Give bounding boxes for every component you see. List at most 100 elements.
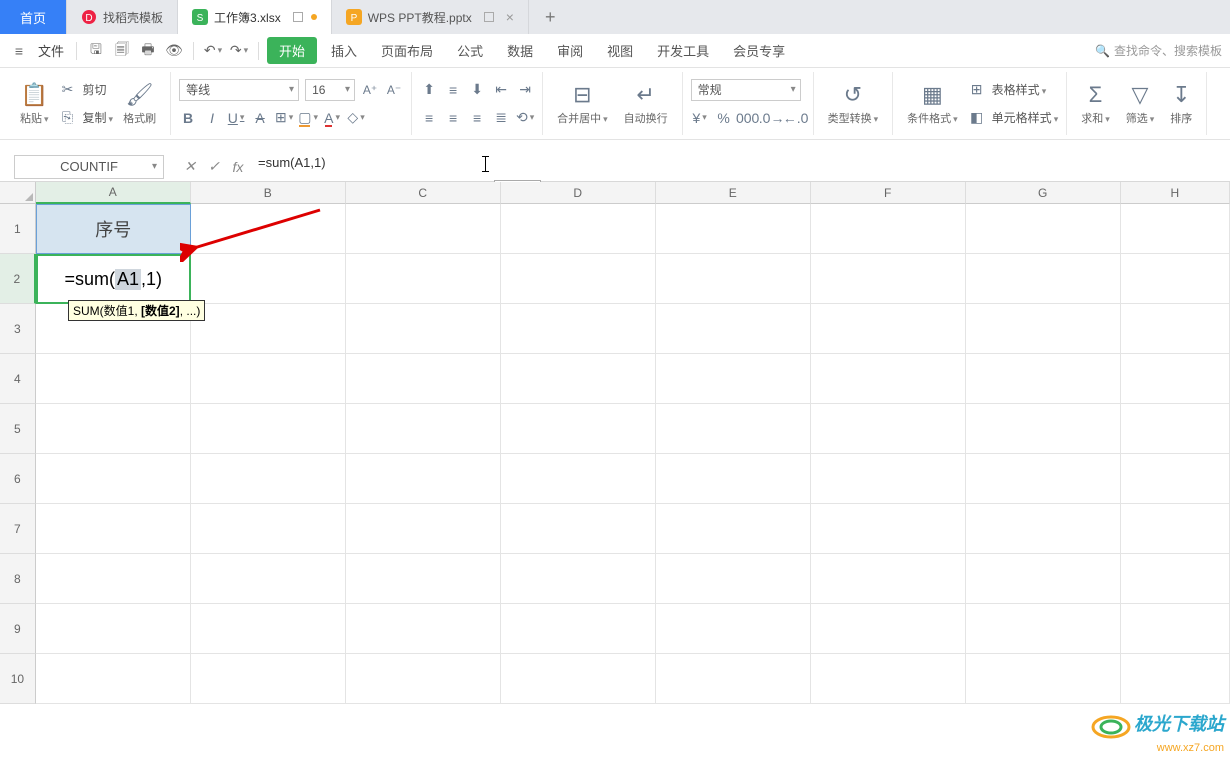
border-button[interactable]: ⊞▾ [275, 109, 293, 127]
print-icon[interactable]: 🖶 [137, 40, 159, 62]
cell-a1[interactable]: 序号 [36, 204, 191, 254]
cell[interactable] [1121, 404, 1230, 454]
cell[interactable] [191, 304, 346, 354]
number-format-select[interactable]: 常规 [691, 79, 801, 101]
font-size-select[interactable]: 16 [305, 79, 355, 101]
increase-decimal-icon[interactable]: .0→ [763, 109, 781, 127]
increase-indent-icon[interactable]: ⇥ [516, 81, 534, 99]
cell[interactable] [501, 354, 656, 404]
redo-icon[interactable]: ↷▾ [228, 40, 250, 62]
cell[interactable] [966, 404, 1121, 454]
row-header-7[interactable]: 7 [0, 504, 36, 554]
cell[interactable] [966, 504, 1121, 554]
col-header-e[interactable]: E [656, 182, 811, 204]
row-header-3[interactable]: 3 [0, 304, 36, 354]
close-icon[interactable]: × [506, 9, 514, 25]
ribbon-tab-view[interactable]: 视图 [597, 37, 643, 64]
bold-button[interactable]: B [179, 109, 197, 127]
cell[interactable] [501, 654, 656, 704]
table-style-button[interactable]: 表格样式▾ [992, 81, 1047, 98]
row-header-5[interactable]: 5 [0, 404, 36, 454]
align-right-icon[interactable]: ≡ [468, 109, 486, 127]
cell[interactable] [656, 654, 811, 704]
cell[interactable] [501, 504, 656, 554]
font-color-button[interactable]: A▾ [323, 109, 341, 127]
clear-format-button[interactable]: ◇▾ [347, 109, 365, 127]
select-all-corner[interactable] [0, 182, 36, 204]
align-middle-icon[interactable]: ≡ [444, 81, 462, 99]
row-header-9[interactable]: 9 [0, 604, 36, 654]
menu-icon[interactable]: ≡ [8, 40, 30, 62]
type-convert-button[interactable]: ↺类型转换▾ [822, 80, 885, 128]
align-center-icon[interactable]: ≡ [444, 109, 462, 127]
cell[interactable] [656, 604, 811, 654]
ribbon-tab-review[interactable]: 审阅 [547, 37, 593, 64]
tab-home[interactable]: 首页 [0, 0, 67, 34]
col-header-c[interactable]: C [346, 182, 501, 204]
cell[interactable] [191, 404, 346, 454]
cell-c2[interactable] [346, 254, 501, 304]
cell[interactable] [811, 304, 966, 354]
cell[interactable] [346, 604, 501, 654]
name-box[interactable]: COUNTIF [14, 155, 164, 179]
cell[interactable] [501, 604, 656, 654]
ribbon-tab-member[interactable]: 会员专享 [723, 37, 795, 64]
italic-button[interactable]: I [203, 109, 221, 127]
cell-e1[interactable] [656, 204, 811, 254]
col-header-f[interactable]: F [811, 182, 966, 204]
wrap-text-button[interactable]: ↵自动换行 [618, 80, 674, 128]
cell[interactable] [346, 454, 501, 504]
cell[interactable] [191, 554, 346, 604]
align-bottom-icon[interactable]: ⬇ [468, 81, 486, 99]
orientation-icon[interactable]: ⟲▾ [516, 109, 534, 127]
ribbon-tab-formula[interactable]: 公式 [447, 37, 493, 64]
cell[interactable] [36, 354, 191, 404]
cell[interactable] [346, 304, 501, 354]
col-header-a[interactable]: A [36, 182, 191, 204]
cell[interactable] [656, 354, 811, 404]
print-preview-icon[interactable]: 👁 [163, 40, 185, 62]
cell[interactable] [501, 454, 656, 504]
cell[interactable] [966, 554, 1121, 604]
row-header-10[interactable]: 10 [0, 654, 36, 704]
strikethrough-button[interactable]: A [251, 109, 269, 127]
increase-font-icon[interactable]: A⁺ [361, 81, 379, 99]
cell[interactable] [36, 454, 191, 504]
ribbon-tab-insert[interactable]: 插入 [321, 37, 367, 64]
formula-input[interactable]: =sum(A1,1) [250, 155, 1230, 179]
col-header-b[interactable]: B [191, 182, 346, 204]
cell-e2[interactable] [656, 254, 811, 304]
cancel-formula-icon[interactable]: ✕ [178, 158, 202, 175]
cell-h1[interactable] [1121, 204, 1230, 254]
decrease-indent-icon[interactable]: ⇤ [492, 81, 510, 99]
accept-formula-icon[interactable]: ✓ [202, 158, 226, 175]
row-header-8[interactable]: 8 [0, 554, 36, 604]
cell[interactable] [656, 404, 811, 454]
save-icon[interactable]: 🖫 [85, 40, 107, 62]
cell[interactable] [811, 604, 966, 654]
tab-workbook[interactable]: S 工作簿3.xlsx [178, 0, 332, 34]
undo-icon[interactable]: ↶▾ [202, 40, 224, 62]
cell[interactable] [966, 654, 1121, 704]
cell[interactable] [191, 454, 346, 504]
cell-f1[interactable] [811, 204, 966, 254]
save-as-icon[interactable]: 🗐 [111, 40, 133, 62]
ribbon-tab-data[interactable]: 数据 [497, 37, 543, 64]
row-header-2[interactable]: 2 [0, 254, 36, 304]
col-header-h[interactable]: H [1121, 182, 1230, 204]
tab-templates[interactable]: D 找稻壳模板 [67, 0, 178, 34]
ribbon-tab-start[interactable]: 开始 [267, 37, 317, 64]
cell[interactable] [966, 304, 1121, 354]
font-name-select[interactable]: 等线 [179, 79, 299, 101]
cell[interactable] [1121, 304, 1230, 354]
window-maximize-icon[interactable] [484, 12, 494, 22]
cell[interactable] [966, 454, 1121, 504]
cell[interactable] [36, 654, 191, 704]
cell[interactable] [811, 504, 966, 554]
cell[interactable] [501, 304, 656, 354]
window-maximize-icon[interactable] [293, 12, 303, 22]
tab-ppt[interactable]: P WPS PPT教程.pptx × [332, 0, 529, 34]
align-top-icon[interactable]: ⬆ [420, 81, 438, 99]
cell[interactable] [346, 354, 501, 404]
comma-icon[interactable]: 000 [739, 109, 757, 127]
